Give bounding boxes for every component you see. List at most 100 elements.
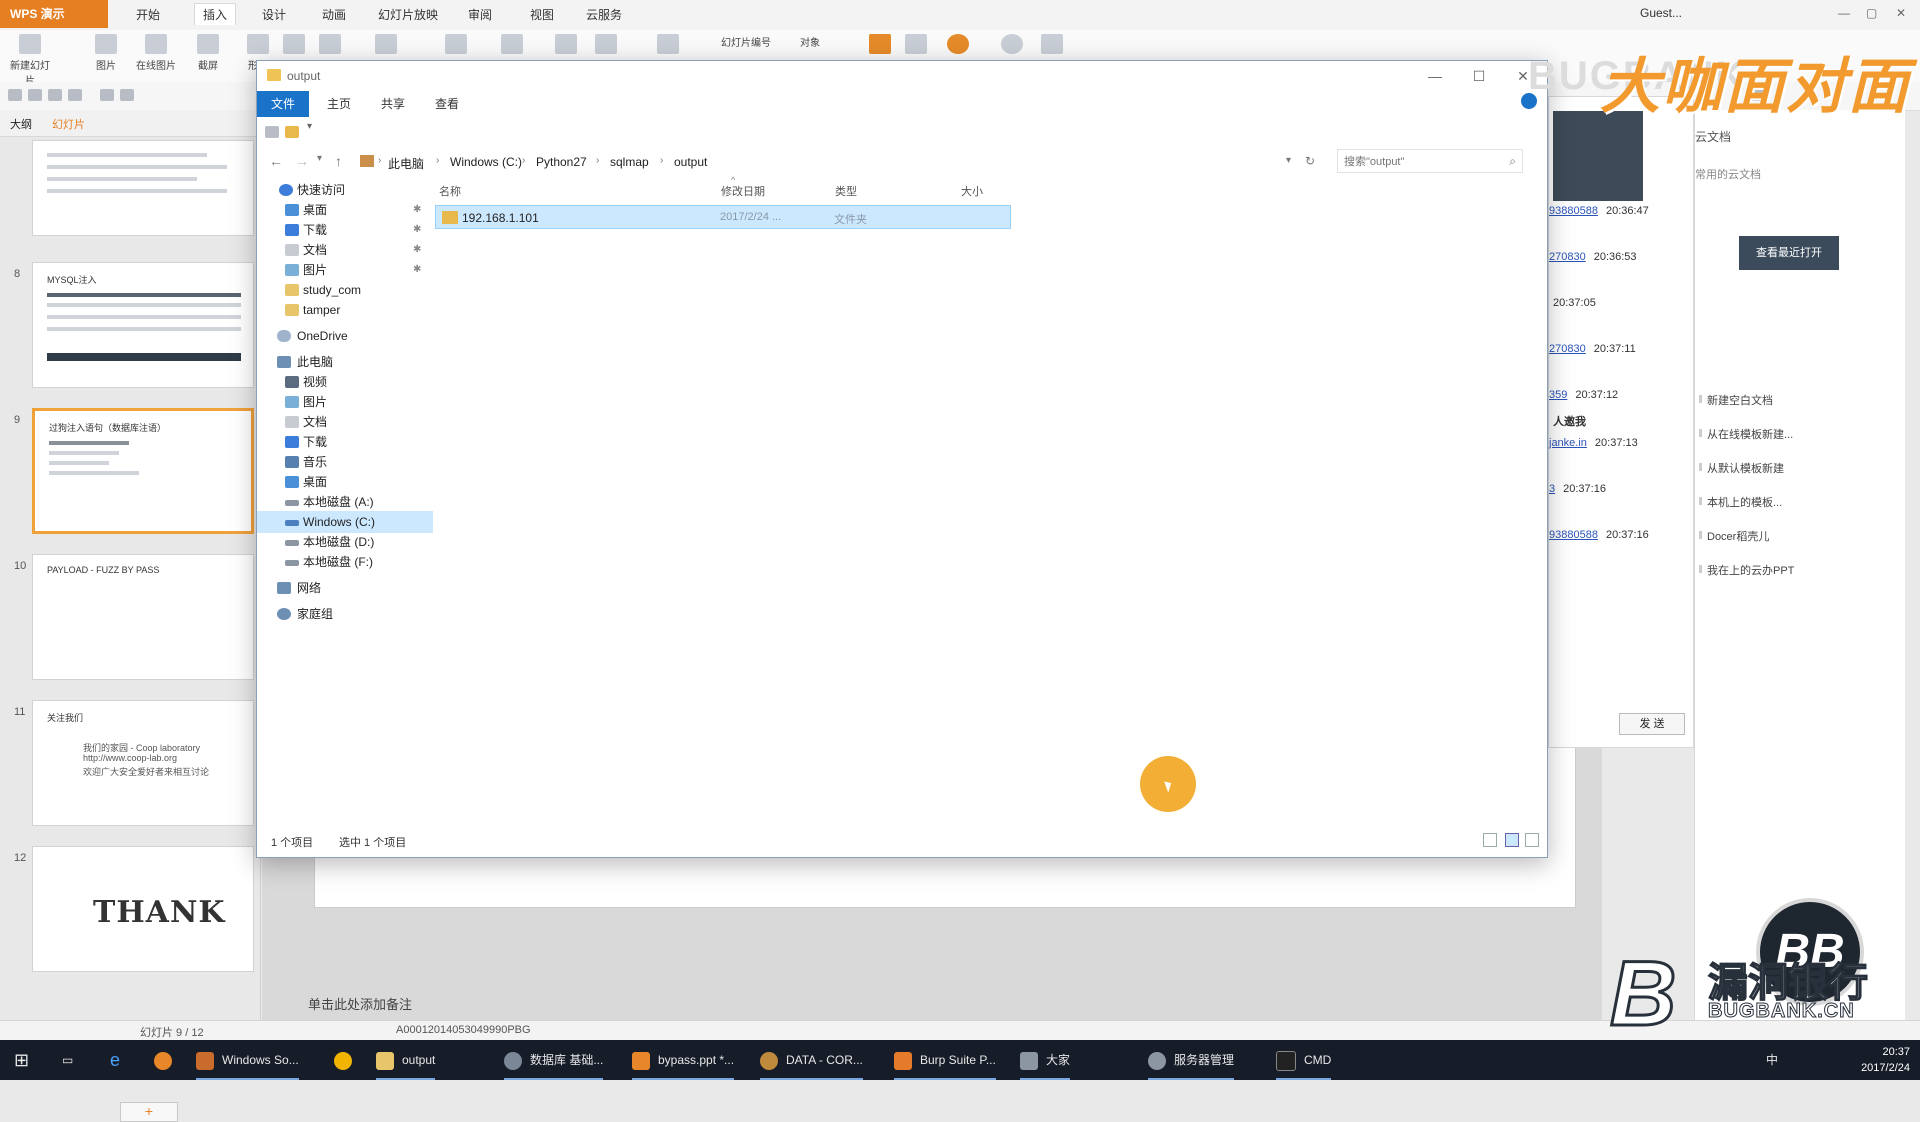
cloud-item-online-template[interactable]: 从在线模板新建... xyxy=(1698,426,1793,442)
tab-home[interactable]: 主页 xyxy=(313,91,365,117)
undo-icon[interactable] xyxy=(100,89,114,101)
picture-button[interactable]: 图片 xyxy=(82,34,130,72)
taskbar-item-server-manager[interactable]: 服务器管理 xyxy=(1148,1040,1235,1080)
slide-thumbnail-10[interactable]: PAYLOAD - FUZZ BY PASS xyxy=(32,554,254,680)
firefox-icon[interactable] xyxy=(154,1040,180,1080)
search-box[interactable]: ⌕ xyxy=(1337,149,1523,173)
slide-number-button[interactable]: 幻灯片编号 xyxy=(706,34,786,49)
wps-app-menu-button[interactable]: WPS 演示 xyxy=(0,0,108,28)
tab-outline[interactable]: 大纲 xyxy=(10,116,32,132)
address-bar[interactable]: › 此电脑 › Windows (C:) › Python27 › sqlmap… xyxy=(357,149,1299,175)
slide-thumbnail-12[interactable]: THANK xyxy=(32,846,254,972)
nav-item-pc-downloads[interactable]: 下载 xyxy=(257,431,433,453)
nav-item-pc-desktop[interactable]: 桌面 xyxy=(257,471,433,493)
nav-item-tamper[interactable]: tamper xyxy=(257,299,433,321)
breadcrumb-python27[interactable]: Python27 xyxy=(536,155,587,169)
nav-item-drive-c[interactable]: Windows (C:) xyxy=(257,511,433,533)
menu-tab-review[interactable]: 审阅 xyxy=(468,6,492,23)
nav-item-music[interactable]: 音乐 xyxy=(257,451,433,473)
column-header-size[interactable]: 大小 xyxy=(961,183,983,199)
cloud-item-new-blank[interactable]: 新建空白文档 xyxy=(1699,392,1773,408)
chrome-icon[interactable] xyxy=(334,1040,360,1080)
nav-item-study-com[interactable]: study_com xyxy=(257,279,433,301)
slide-thumbnail-8[interactable]: MYSQL注入 xyxy=(32,262,254,388)
nav-item-drive-f[interactable]: 本地磁盘 (F:) xyxy=(257,551,433,573)
forward-icon[interactable]: → xyxy=(295,153,309,169)
back-icon[interactable]: ← xyxy=(269,153,283,169)
close-icon[interactable]: ✕ xyxy=(1896,6,1906,20)
ie-icon[interactable]: e xyxy=(110,1040,120,1080)
maximize-icon[interactable]: ☐ xyxy=(1459,65,1499,87)
menu-tab-cloud[interactable]: 云服务 xyxy=(586,6,622,23)
cloud-item-docer[interactable]: Docer稻壳儿 xyxy=(1698,528,1769,544)
taskbar-item-database[interactable]: 数据库 基础... xyxy=(504,1040,604,1080)
minimize-icon[interactable]: — xyxy=(1415,65,1455,87)
minimize-icon[interactable]: — xyxy=(1838,6,1850,20)
textbox-button[interactable] xyxy=(432,34,480,57)
taskbar-item-output[interactable]: output xyxy=(376,1040,436,1080)
breadcrumb-c-drive[interactable]: Windows (C:) xyxy=(450,155,522,169)
slide-thumbnail-11[interactable]: 关注我们 我们的家园 - Coop laboratory http://www.… xyxy=(32,700,254,826)
slide-thumbnail-9[interactable]: 过狗注入语句（数据库注语） xyxy=(32,408,254,534)
nav-item-drive-a[interactable]: 本地磁盘 (A:) xyxy=(257,491,433,513)
taskbar-item-data-cor[interactable]: DATA - COR... xyxy=(760,1040,863,1080)
preview-icon[interactable] xyxy=(68,89,82,101)
address-dropdown-icon[interactable]: ▾ xyxy=(1286,155,1291,166)
maximize-icon[interactable]: ▢ xyxy=(1866,6,1877,20)
nav-item-desktop[interactable]: 桌面 ✱ xyxy=(257,199,433,221)
pin-icon[interactable]: ✱ xyxy=(413,219,421,241)
tab-file[interactable]: 文件 xyxy=(257,91,310,117)
explorer-title-bar[interactable]: output — ☐ ✕ xyxy=(257,61,1547,91)
nav-item-pc-pictures[interactable]: 图片 xyxy=(257,391,433,413)
taskbar-item-chat[interactable]: 大家 xyxy=(1020,1040,1071,1080)
nav-item-pictures[interactable]: 图片 ✱ xyxy=(257,259,433,281)
menu-tab-home[interactable]: 开始 xyxy=(136,6,160,23)
tab-share[interactable]: 共享 xyxy=(367,91,419,117)
column-header-date[interactable]: 修改日期 xyxy=(721,183,765,199)
save-icon[interactable] xyxy=(28,89,42,101)
formula-button[interactable] xyxy=(582,34,630,57)
nav-item-pc-documents[interactable]: 文档 xyxy=(257,411,433,433)
cloud-item-cloud-ppt[interactable]: 我在上的云办PPT xyxy=(1698,562,1794,578)
nav-item-downloads[interactable]: 下载 ✱ xyxy=(257,219,433,241)
screenshot-button[interactable]: 截屏 xyxy=(184,34,232,72)
send-button[interactable]: 发 送 xyxy=(1619,713,1685,735)
search-input[interactable] xyxy=(1342,151,1496,173)
pin-icon[interactable]: ✱ xyxy=(413,259,421,281)
taskbar-item-bypass-ppt[interactable]: bypass.ppt *... xyxy=(632,1040,735,1080)
table-button[interactable] xyxy=(306,34,354,57)
ime-indicator[interactable]: 中 xyxy=(1766,1040,1778,1080)
nav-quick-access[interactable]: 快速访问 xyxy=(257,179,433,201)
nav-item-videos[interactable]: 视频 xyxy=(257,371,433,393)
flash-button[interactable] xyxy=(934,34,982,57)
taskbar-item-burp-suite[interactable]: Burp Suite P... xyxy=(894,1040,996,1080)
folder-icon[interactable] xyxy=(8,89,22,101)
breadcrumb-sqlmap[interactable]: sqlmap xyxy=(610,155,649,169)
up-icon[interactable]: ↑ xyxy=(335,153,342,169)
tab-view[interactable]: 查看 xyxy=(421,91,473,117)
chevron-down-icon[interactable]: ▾ xyxy=(307,121,312,132)
new-slide-button[interactable]: 新建幻灯片 xyxy=(6,34,54,87)
object-button[interactable]: 对象 xyxy=(790,34,830,49)
online-picture-button[interactable]: 在线图片 xyxy=(132,34,180,72)
smartart-button[interactable] xyxy=(362,34,410,57)
pin-icon[interactable]: ✱ xyxy=(413,199,421,221)
details-view-icon[interactable] xyxy=(1483,833,1497,847)
recent-chevron-icon[interactable]: ▾ xyxy=(317,153,322,164)
nav-this-pc[interactable]: 此电脑 xyxy=(257,351,433,373)
slide-thumbnail-7[interactable] xyxy=(32,140,254,236)
menu-tab-design[interactable]: 设计 xyxy=(262,6,286,23)
list-view-icon[interactable] xyxy=(1505,833,1519,847)
menu-tab-slideshow[interactable]: 幻灯片放映 xyxy=(378,6,438,23)
large-icons-view-icon[interactable] xyxy=(1525,833,1539,847)
cloud-title[interactable]: 云文档 xyxy=(1695,128,1731,145)
menu-tab-view[interactable]: 视图 xyxy=(530,6,554,23)
windows-start-icon[interactable]: ⊞ xyxy=(14,1040,29,1080)
play-button[interactable] xyxy=(1028,34,1076,57)
nav-item-drive-d[interactable]: 本地磁盘 (D:) xyxy=(257,531,433,553)
task-view-icon[interactable]: ▭ xyxy=(62,1040,73,1080)
taskbar-clock[interactable]: 20:37 2017/2/24 xyxy=(1861,1044,1910,1076)
recent-files-button[interactable]: 查看最近打开 xyxy=(1739,236,1839,270)
refresh-icon[interactable]: ↻ xyxy=(1305,154,1315,168)
breadcrumb-output[interactable]: output xyxy=(674,155,707,169)
